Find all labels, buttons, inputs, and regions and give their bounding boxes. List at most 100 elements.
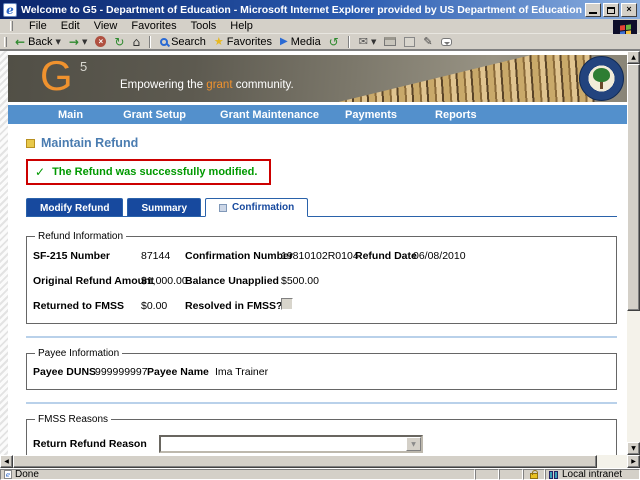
page-title: Maintain Refund [41, 136, 139, 150]
back-icon: ← [15, 34, 26, 49]
edit-button[interactable] [402, 36, 417, 47]
back-dropdown-icon[interactable]: ▼ [56, 38, 61, 46]
security-zone-panel: Local intranet [545, 469, 640, 480]
search-button[interactable]: Search [158, 36, 208, 48]
menu-bar: File Edit View Favorites Tools Help [0, 19, 640, 34]
banner-tagline: Empowering the grant community. [120, 79, 294, 91]
nav-grant-setup[interactable]: Grant Setup [123, 109, 186, 121]
balance-unapplied-value: $500.00 [281, 274, 319, 287]
mail-button[interactable]: ✉ ▼ [357, 36, 379, 47]
tab-modify-refund[interactable]: Modify Refund [26, 198, 124, 216]
menu-view[interactable]: View [94, 20, 118, 32]
g5-banner: G 5 Empowering the grant community. [8, 55, 627, 102]
menu-favorites[interactable]: Favorites [131, 20, 176, 32]
browser-viewport: G 5 Empowering the grant community. Main… [0, 50, 640, 455]
g5-logo-number: 5 [80, 59, 88, 74]
refresh-button[interactable]: ↻ [112, 36, 126, 48]
status-panel [499, 469, 523, 480]
scroll-left-button[interactable]: ◀ [0, 455, 13, 468]
menu-file[interactable]: File [29, 20, 47, 32]
menu-edit[interactable]: Edit [61, 20, 80, 32]
menu-help[interactable]: Help [230, 20, 253, 32]
history-button[interactable]: ↺ [327, 36, 341, 48]
page-content: G 5 Empowering the grant community. Main… [8, 51, 627, 455]
refund-row-1: SF-215 Number 87144 Confirmation Number … [33, 243, 608, 268]
confirmation-tab-icon [219, 203, 228, 212]
nav-main[interactable]: Main [58, 109, 83, 121]
favorites-icon: ★ [213, 35, 224, 48]
confirmation-number-label: Confirmation Number [185, 249, 293, 262]
intranet-zone-icon [549, 470, 559, 479]
security-panel [523, 469, 545, 480]
vertical-scrollbar[interactable]: ▲ ▼ [627, 51, 640, 455]
payee-duns-value: 999999997 [95, 366, 148, 378]
resolved-fmss-label: Resolved in FMSS? [185, 299, 283, 312]
scroll-right-button[interactable]: ▶ [627, 455, 640, 468]
favorites-button[interactable]: ★ Favorites [212, 36, 274, 48]
main-area: Maintain Refund ✓ The Refund was success… [8, 136, 627, 455]
refund-information-section: Refund Information SF-215 Number 87144 C… [26, 231, 617, 324]
home-button[interactable]: ⌂ [130, 36, 142, 48]
status-bar: e Done Local intranet [0, 468, 640, 480]
vertical-scroll-thumb[interactable] [627, 64, 640, 311]
restore-icon [607, 6, 615, 14]
minimize-icon [589, 11, 597, 14]
minimize-button[interactable] [585, 2, 601, 17]
balance-unapplied-label: Balance Unapplied [185, 274, 279, 287]
returned-fmss-label: Returned to FMSS [33, 299, 124, 312]
mail-icon: ✉ [358, 35, 368, 48]
tab-confirmation[interactable]: Confirmation [205, 198, 309, 217]
forward-dropdown-icon[interactable]: ▼ [82, 38, 87, 46]
refund-date-value: 06/08/2010 [413, 249, 466, 262]
refund-row-2: Original Refund Amount $1,000.00 Balance… [33, 268, 608, 293]
department-of-education-seal [579, 56, 624, 101]
horizontal-scrollbar[interactable]: ◀ ▶ [0, 455, 640, 468]
history-icon: ↺ [328, 34, 339, 49]
zone-text: Local intranet [562, 469, 623, 480]
original-amount-label: Original Refund Amount [33, 274, 154, 287]
home-icon: ⌂ [132, 34, 141, 49]
tab-summary[interactable]: Summary [127, 198, 202, 216]
media-button[interactable]: ▶ Media [278, 36, 323, 48]
payee-name-value: Ima Trainer [215, 366, 269, 378]
discuss-button[interactable] [439, 37, 454, 46]
status-text: Done [15, 469, 39, 480]
success-message: The Refund was successfully modified. [52, 166, 258, 178]
chevron-down-icon[interactable]: ▼ [406, 437, 421, 451]
stop-button[interactable]: × [93, 36, 108, 47]
close-button[interactable]: × [621, 2, 637, 17]
print-icon [384, 37, 397, 46]
main-navigation: Main Grant Setup Grant Maintenance Payme… [8, 105, 627, 124]
page-title-icon [26, 138, 35, 148]
scroll-up-button[interactable]: ▲ [627, 51, 640, 64]
forward-button[interactable]: → ▼ [67, 36, 89, 48]
print-button[interactable] [382, 37, 398, 46]
mail-dropdown-icon[interactable]: ▼ [371, 38, 376, 46]
discuss-icon [440, 37, 452, 46]
stop-icon: × [95, 36, 107, 47]
success-message-box: ✓ The Refund was successfully modified. [26, 159, 272, 185]
standard-toolbar: ← Back ▼ → ▼ × ↻ ⌂ Search ★ Favorites ▶ … [0, 34, 640, 50]
sf215-label: SF-215 Number [33, 249, 111, 262]
restore-button[interactable] [603, 2, 619, 17]
refund-information-legend: Refund Information [38, 231, 124, 242]
tab-bar: Modify Refund Summary Confirmation [26, 198, 617, 217]
scroll-down-button[interactable]: ▼ [627, 442, 640, 455]
back-button[interactable]: ← Back ▼ [13, 36, 63, 48]
menu-tools[interactable]: Tools [191, 20, 217, 32]
seal-tree-icon [593, 68, 610, 82]
nav-grant-maintenance[interactable]: Grant Maintenance [220, 109, 319, 121]
search-icon [160, 37, 169, 46]
toolbar-separator [347, 35, 350, 48]
status-panel [475, 469, 499, 480]
return-reason-select[interactable]: ▼ [159, 435, 423, 453]
ie-logo-icon: e [3, 2, 17, 17]
nav-payments[interactable]: Payments [345, 109, 397, 121]
checkmark-icon: ✓ [35, 165, 46, 179]
lock-icon [530, 470, 538, 479]
horizontal-scroll-thumb[interactable] [13, 455, 597, 468]
nav-reports[interactable]: Reports [435, 109, 477, 121]
payee-name-label: Payee Name [147, 366, 209, 378]
section-divider [26, 402, 617, 404]
messenger-button[interactable]: ✎ [421, 36, 434, 47]
